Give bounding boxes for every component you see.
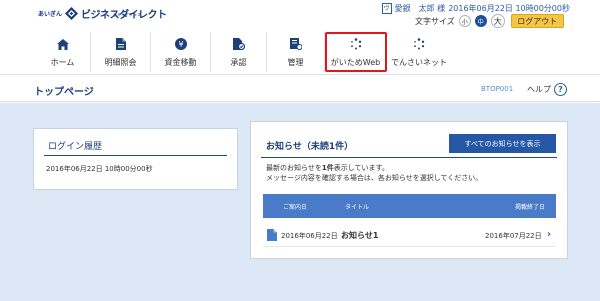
text-size-medium-button[interactable]: 中 [474,15,487,27]
nav-fund-transfer[interactable]: ¥ 資金移動 [151,32,211,72]
chevron-right-icon: › [547,229,552,240]
message-suffix: 表示しています。 [333,164,389,172]
nav-densai-net[interactable]: でんさいネット [387,32,451,72]
loading-ring-icon [349,37,363,51]
nav-admin-label: 管理 [287,58,304,67]
divider [261,157,557,158]
login-history-card: ログイン履歴 2016年06月22日 10時00分00秒 [33,128,238,190]
admin-icon [289,37,303,51]
table-row[interactable]: 2016年06月22日 お知らせ1 2016年07月22日 › [263,223,556,247]
user-info: ヴ 愛銀 太郎 様 2016年06月22日 10時00分00秒 [381,3,570,14]
nav-densai-label: でんさいネット [391,58,447,67]
nav-statement-inquiry[interactable]: 明細照会 [91,32,151,72]
diamond-logo-icon [65,7,79,20]
notices-table-header: ご案内日 タイトル 掲載終了日 [263,194,556,218]
notices-title: お知らせ（未読1件） [266,142,354,152]
approval-icon [232,37,246,51]
column-header-end-date: 掲載終了日 [515,204,546,211]
svg-text:¥: ¥ [178,40,183,49]
page-title: トップページ [34,87,94,98]
yen-transfer-icon: ¥ [174,37,188,51]
nav-home-label: ホーム [50,58,75,67]
user-badge: ヴ [381,3,392,14]
message-prefix: 最新のお知らせを [266,164,322,172]
help-icon: ? [554,83,567,96]
text-size-control: 文字サイズ 小 中 大 ログアウト [415,14,564,28]
notices-message: 最新のお知らせを1件表示しています。 メッセージ内容を確認する場合は、各お知らせ… [266,163,482,183]
nav-statement-label: 明細照会 [104,58,137,67]
user-last-access: 2016年06月22日 10時00分00秒 [448,4,570,13]
screen-id: BTOP001 [481,85,514,93]
nav-admin[interactable]: 管理 [267,32,325,72]
message-count: 1件 [321,164,334,172]
text-size-label: 文字サイズ [415,16,455,26]
show-all-notices-button[interactable]: すべてのお知らせを表示 [449,134,556,153]
logout-button[interactable]: ログアウト [510,14,564,28]
app-header: あいぎん ビジネスダイレクト セキュアプラス ヴ 愛銀 太郎 様 2016年06… [0,0,600,75]
text-size-small-button[interactable]: 小 [458,15,471,27]
logo-subtitle: セキュアプラス [113,12,141,17]
page-title-bar: トップページ BTOP001 ヘルプ ? [0,76,600,102]
nav-approval-label: 承認 [230,58,247,67]
nav-transfer-label: 資金移動 [164,58,197,67]
login-history-title: ログイン履歴 [48,142,103,152]
global-nav: ホーム 明細照会 ¥ 資金移動 承認 管理 がいためWeb でんさいネット [35,32,451,72]
document-icon [114,37,128,51]
column-header-date: ご案内日 [283,204,308,211]
notices-card: お知らせ（未読1件） すべてのお知らせを表示 最新のお知らせを1件表示しています… [250,121,568,259]
nav-home[interactable]: ホーム [35,32,91,72]
nav-approval[interactable]: 承認 [211,32,267,72]
help-link[interactable]: ヘルプ ? [527,83,567,96]
user-name: 愛銀 太郎 様 [394,4,446,13]
bank-logo[interactable]: あいぎん ビジネスダイレクト [38,6,167,21]
nav-gaitame-web[interactable]: がいためWeb [325,32,387,72]
text-size-large-button[interactable]: 大 [490,14,505,28]
notice-date: 2016年06月22日 [281,232,338,240]
column-header-title: タイトル [345,204,370,211]
notice-title: お知らせ1 [341,231,379,240]
home-icon [56,37,70,51]
logo-prefix: あいぎん [38,11,63,18]
help-label: ヘルプ [527,85,551,94]
loading-ring-icon [412,37,426,51]
main-content: ログイン履歴 2016年06月22日 10時00分00秒 お知らせ（未読1件） … [0,103,600,301]
divider [44,155,227,156]
document-icon [267,229,277,241]
nav-gaitame-label: がいためWeb [330,58,381,67]
message-line2: メッセージ内容を確認する場合は、各お知らせを選択してください。 [266,174,483,182]
notice-end-date: 2016年07月22日 [485,232,542,240]
last-login-datetime: 2016年06月22日 10時00分00秒 [46,165,153,173]
